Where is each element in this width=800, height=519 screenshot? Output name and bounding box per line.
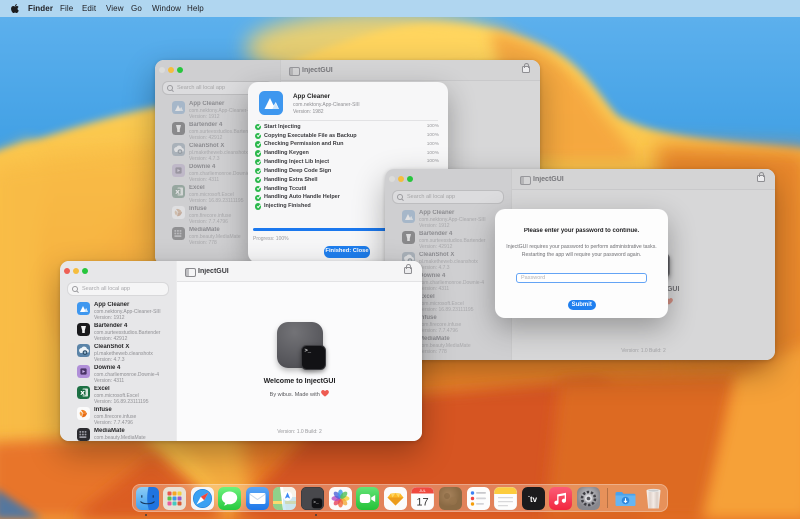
svg-text:JUL: JUL	[420, 489, 426, 493]
svg-text:>_: >_	[313, 499, 319, 505]
svg-text:17: 17	[417, 496, 429, 508]
svg-text:tv: tv	[530, 495, 538, 504]
